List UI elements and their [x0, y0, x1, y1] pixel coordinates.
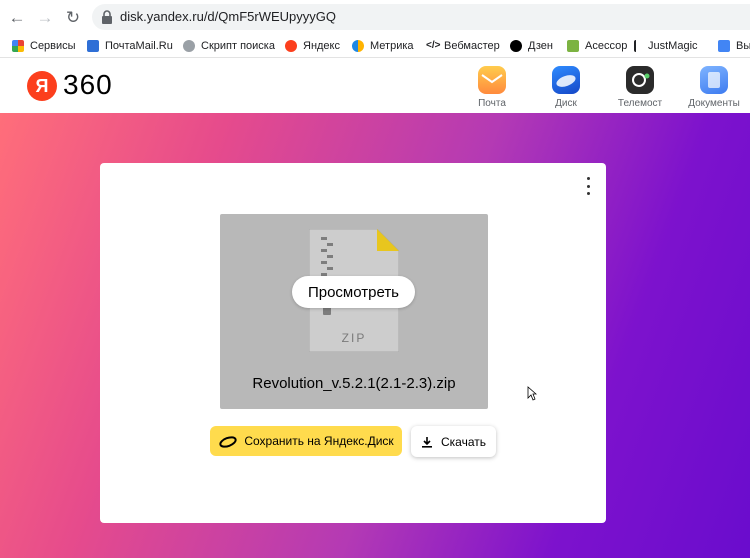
metrika-icon — [352, 40, 364, 52]
disk-logo-icon — [219, 436, 237, 448]
bookmark-webmaster[interactable]: </> Вебмастер — [426, 37, 500, 55]
download-button[interactable]: Скачать — [411, 426, 496, 457]
bookmark-services[interactable]: Сервисы — [12, 37, 76, 55]
bookmark-mailru[interactable]: ПочтаMail.Ru — [87, 37, 173, 55]
logo-360-text[interactable]: 360 — [63, 69, 113, 101]
reload-icon[interactable]: ↻ — [62, 6, 84, 28]
dzen-icon — [510, 40, 522, 52]
lock-icon — [102, 10, 112, 24]
bookmarks-bar: Сервисы ПочтаMail.Ru Скрипт поиска Яндек… — [0, 33, 750, 58]
bookmark-yandex[interactable]: Яндекс — [285, 37, 340, 55]
bookmark-assessor[interactable]: Асессор — [567, 37, 627, 55]
bookmark-more[interactable]: Вы — [718, 37, 750, 55]
mailru-icon — [87, 40, 99, 52]
documents-icon — [700, 66, 728, 94]
forward-arrow-icon[interactable]: → — [34, 6, 56, 28]
grid-icon — [718, 40, 730, 52]
more-options-icon[interactable] — [584, 177, 592, 195]
bookmark-metrika[interactable]: Метрика — [352, 37, 414, 55]
back-arrow-icon[interactable]: ← — [6, 6, 28, 28]
yandex-icon — [285, 40, 297, 52]
bookmark-justmagic[interactable]: JustMagic — [634, 37, 698, 55]
assessor-icon — [567, 40, 579, 52]
bookmark-search-script[interactable]: Скрипт поиска — [183, 37, 275, 55]
app-mail[interactable]: Почта — [461, 66, 523, 109]
bookmark-dzen[interactable]: Дзен — [510, 37, 553, 55]
file-name: Revolution_v.5.2.1(2.1-2.3).zip — [252, 375, 456, 392]
file-preview[interactable]: ZIP Просмотреть Revolution_v.5.2.1(2.1-2… — [220, 214, 488, 409]
download-icon — [422, 436, 432, 448]
save-to-disk-button[interactable]: Сохранить на Яндекс.Диск — [210, 426, 402, 456]
url-text: disk.yandex.ru/d/QmF5rWEUpyyyGQ — [120, 9, 336, 24]
zip-label: ZIP — [342, 331, 367, 345]
mail-icon — [478, 66, 506, 94]
app-documents[interactable]: Документы — [683, 66, 745, 109]
apps-grid-icon — [12, 40, 24, 52]
code-icon: </> — [426, 40, 441, 51]
browser-toolbar: ← → ↻ disk.yandex.ru/d/QmF5rWEUpyyyGQ — [0, 0, 750, 33]
yandex-360-header: Я 360 Почта Диск Телемост Документы — [0, 58, 750, 113]
app-disk[interactable]: Диск — [535, 66, 597, 109]
file-card: ZIP Просмотреть Revolution_v.5.2.1(2.1-2… — [100, 163, 606, 523]
mouse-cursor-icon — [527, 386, 537, 401]
yandex-logo[interactable]: Я — [27, 71, 57, 101]
app-telemost[interactable]: Телемост — [609, 66, 671, 109]
telemost-icon — [626, 66, 654, 94]
address-bar[interactable]: disk.yandex.ru/d/QmF5rWEUpyyyGQ — [92, 4, 750, 30]
globe-icon — [183, 40, 195, 52]
magic-icon — [634, 40, 642, 52]
view-button[interactable]: Просмотреть — [292, 276, 415, 308]
disk-icon — [552, 66, 580, 94]
